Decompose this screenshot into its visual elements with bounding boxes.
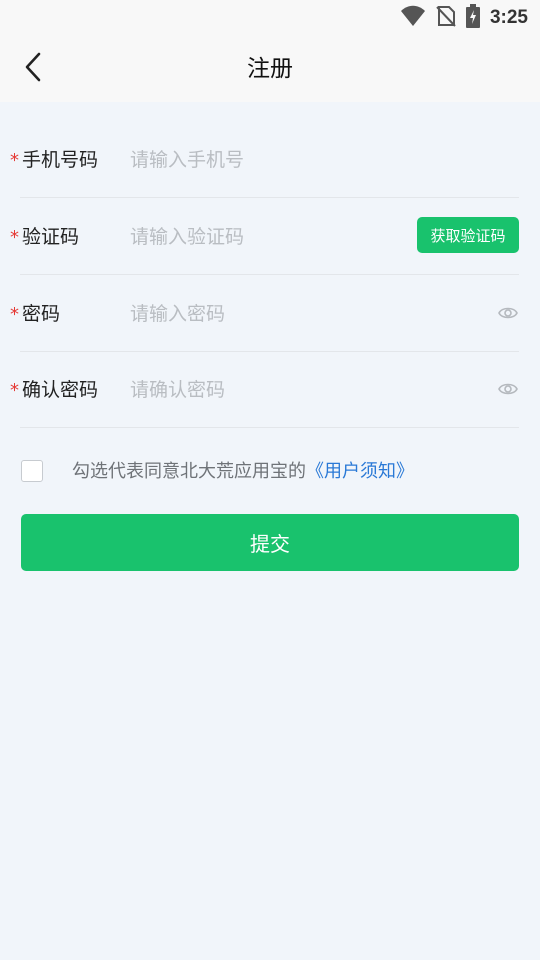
phone-row: * 手机号码: [0, 122, 540, 198]
eye-icon[interactable]: [498, 379, 518, 399]
password-input[interactable]: [128, 294, 402, 334]
agreement-row: 勾选代表同意北大荒应用宝的《用户须知》: [0, 446, 540, 498]
get-code-button[interactable]: 获取验证码: [417, 217, 519, 253]
title-bar: 注册: [0, 36, 540, 102]
agreement-text: 勾选代表同意北大荒应用宝的《用户须知》: [72, 446, 414, 498]
divider: [20, 427, 519, 428]
eye-icon[interactable]: [498, 303, 518, 323]
required-mark: *: [10, 150, 19, 171]
code-row: * 验证码 获取验证码: [0, 199, 540, 275]
user-notice-link[interactable]: 《用户须知》: [306, 461, 414, 482]
required-mark: *: [10, 227, 19, 248]
no-sim-icon: [436, 5, 456, 31]
divider: [20, 274, 519, 275]
confirm-password-row: * 确认密码: [0, 352, 540, 428]
code-label: 验证码: [22, 226, 80, 248]
battery-charging-icon: [465, 4, 480, 32]
phone-label: 手机号码: [22, 149, 99, 171]
phone-input[interactable]: [128, 140, 402, 180]
agreement-prefix: 勾选代表同意北大荒应用宝的: [72, 461, 306, 482]
confirm-password-input[interactable]: [128, 370, 402, 410]
password-row: * 密码: [0, 276, 540, 352]
agreement-checkbox[interactable]: [21, 460, 43, 482]
divider: [20, 197, 519, 198]
status-icons: 3:25: [400, 4, 528, 32]
wifi-icon: [400, 5, 426, 31]
submit-button[interactable]: 提交: [21, 514, 519, 571]
required-mark: *: [10, 304, 19, 325]
password-label: 密码: [22, 303, 61, 325]
code-input[interactable]: [128, 217, 382, 257]
status-bar: 3:25: [0, 0, 540, 36]
confirm-password-label: 确认密码: [22, 379, 99, 401]
status-time: 3:25: [489, 7, 528, 28]
required-mark: *: [10, 380, 19, 401]
page-title: 注册: [247, 56, 293, 82]
